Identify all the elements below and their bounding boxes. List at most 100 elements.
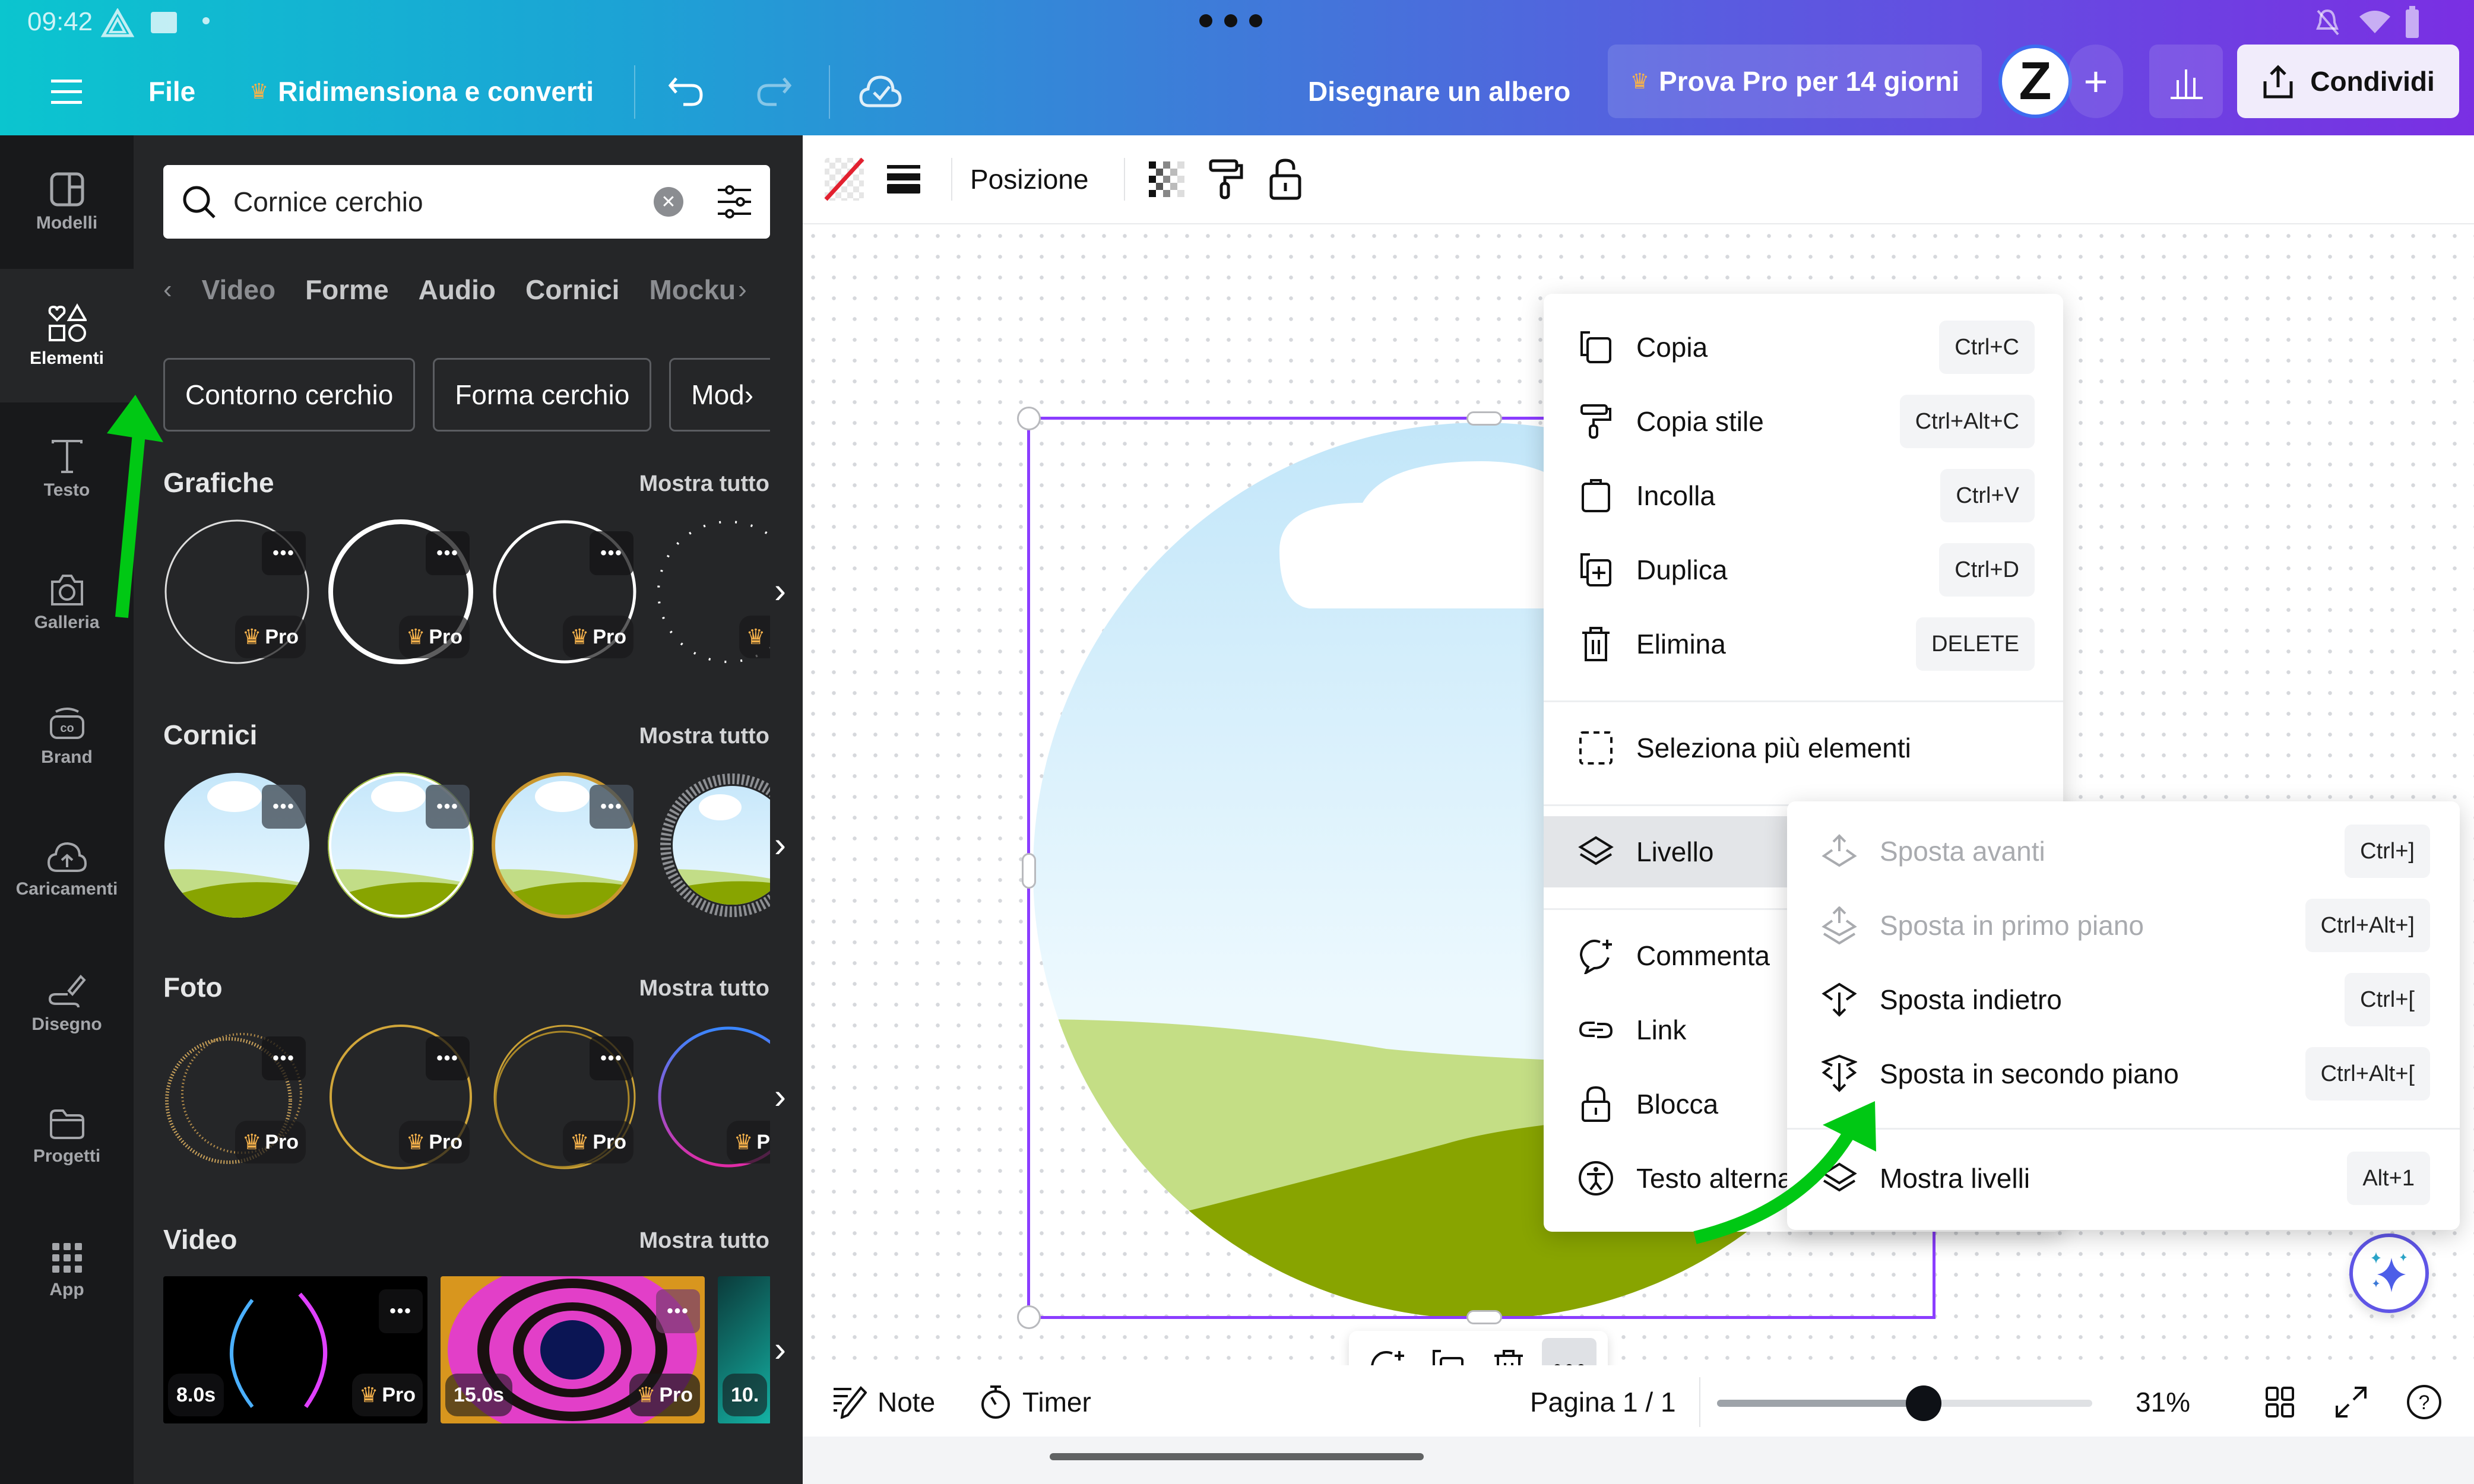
fullscreen-button[interactable] [2334,1365,2368,1439]
more-options-icon[interactable]: ••• [426,1036,470,1080]
color-button[interactable] [821,156,868,203]
graphic-thumb[interactable]: ••• ♛ Pro [163,518,311,665]
chevron-right-icon[interactable]: › [738,275,747,305]
graphic-thumb[interactable]: ♛Pr [655,518,770,665]
more-options-icon[interactable]: ••• [656,1289,700,1333]
insights-button[interactable] [2149,45,2223,118]
resize-handle-top[interactable] [1466,411,1502,426]
tab-forme[interactable]: Forme [305,274,389,306]
submenu-item-sposta-in-primo-piano[interactable]: Sposta in primo piano Ctrl+Alt+] [1787,890,2460,961]
help-button[interactable]: ? [2406,1365,2443,1439]
search-box[interactable]: ✕ [163,165,770,239]
sidebar-item-brand[interactable]: co Brand [0,670,134,803]
zoom-slider-thumb[interactable] [1905,1385,1941,1421]
tab-video[interactable]: Video [202,274,275,306]
submenu-item-sposta-avanti[interactable]: Sposta avanti Ctrl+] [1787,816,2460,887]
frame-thumb[interactable]: ••• [491,772,638,919]
resize-handle-left[interactable] [1022,853,1036,889]
position-button[interactable]: Posizione [970,163,1088,195]
photo-thumb[interactable]: ••• ♛ Pro [327,1023,474,1171]
row-next-icon[interactable]: › [774,570,786,611]
sidebar-item-caricamenti[interactable]: Caricamenti [0,803,134,937]
more-options-icon[interactable]: ••• [262,531,306,575]
sidebar-item-modelli[interactable]: Modelli [0,135,134,269]
undo-button[interactable] [668,47,706,135]
redo-button[interactable] [754,47,792,135]
menu-item-duplica[interactable]: Duplica Ctrl+D [1544,534,2063,605]
user-avatar[interactable]: Z [1998,45,2072,118]
tab-mockup[interactable]: Mocku [649,274,736,306]
more-options-icon[interactable]: ••• [590,785,633,829]
show-all-foto[interactable]: Mostra tutto [639,976,769,1001]
filter-sliders-icon[interactable] [717,184,752,220]
more-options-icon[interactable]: ••• [590,1036,633,1080]
sidebar-item-testo[interactable]: Testo [0,402,134,536]
try-pro-button[interactable]: ♛ Prova Pro per 14 giorni [1608,45,1982,118]
transparency-button[interactable] [1143,156,1190,203]
document-title[interactable]: Disegnare un albero [1308,47,1570,135]
chip-contorno-cerchio[interactable]: Contorno cerchio [163,358,416,432]
video-thumb[interactable]: ••• 15.0s ♛ Pro [441,1276,705,1423]
sidebar-item-app[interactable]: App [0,1204,134,1337]
share-button[interactable]: Condividi [2237,45,2459,118]
menu-item-incolla[interactable]: Incolla Ctrl+V [1544,460,2063,531]
menu-item-livello[interactable]: Livello [1544,816,1793,887]
search-input[interactable] [233,186,654,218]
row-next-icon[interactable]: › [774,824,786,865]
submenu-item-sposta-in-secondo-piano[interactable]: Sposta in secondo piano Ctrl+Alt+[ [1787,1038,2460,1109]
row-next-icon[interactable]: › [774,1076,786,1117]
row-next-icon[interactable]: › [774,1328,786,1369]
photo-thumb[interactable]: ♛Pro [655,1023,770,1171]
more-options-icon[interactable]: ••• [379,1289,423,1333]
graphic-thumb[interactable]: ••• ♛ Pro [491,518,638,665]
graphic-thumb[interactable]: ••• ♛ Pro [327,518,474,665]
more-options-icon[interactable]: ••• [262,1036,306,1080]
invite-button[interactable]: + [2068,45,2123,118]
more-options-icon[interactable]: ••• [426,785,470,829]
zoom-slider[interactable] [1717,1382,2092,1423]
photo-thumb[interactable]: ••• ♛ Pro [163,1023,311,1171]
photo-thumb[interactable]: ••• ♛ Pro [491,1023,638,1171]
chevron-left-icon[interactable]: ‹ [163,275,172,305]
sidebar-item-galleria[interactable]: Galleria [0,536,134,670]
sidebar-item-elementi[interactable]: Elementi [0,269,134,402]
show-all-grafiche[interactable]: Mostra tutto [639,471,769,497]
show-all-video[interactable]: Mostra tutto [639,1228,769,1254]
resize-handle-bottom-left[interactable] [1017,1305,1041,1329]
more-options-icon[interactable]: ••• [590,531,633,575]
more-options-icon[interactable]: ••• [262,785,306,829]
menu-item-copia[interactable]: Copia Ctrl+C [1544,312,2063,383]
submenu-item-sposta-indietro[interactable]: Sposta indietro Ctrl+[ [1787,964,2460,1035]
multitask-dots[interactable] [1199,14,1262,27]
submenu-item-mostra-livelli[interactable]: Mostra livelli Alt+1 [1787,1143,2460,1214]
menu-item-seleziona-piu[interactable]: Seleziona più elementi [1544,712,2063,784]
resize-handle-top-left[interactable] [1017,407,1041,430]
file-menu-button[interactable]: File [148,47,195,135]
copy-style-button[interactable] [1202,156,1250,203]
page-indicator[interactable]: Pagina 1 / 1 [1530,1365,1676,1439]
video-thumb[interactable]: 10. [718,1276,770,1423]
lock-button[interactable] [1262,156,1309,203]
menu-item-elimina[interactable]: Elimina DELETE [1544,608,2063,680]
resize-button[interactable]: ♛ Ridimensiona e converti [249,47,594,135]
border-style-button[interactable] [880,156,927,203]
chip-more[interactable]: Mod › [669,358,770,432]
tab-audio[interactable]: Audio [419,274,496,306]
magic-assistant-button[interactable] [2349,1234,2429,1313]
frame-thumb[interactable]: ••• [327,772,474,919]
home-indicator[interactable] [1050,1453,1424,1460]
cloud-saved-button[interactable] [859,47,902,135]
more-options-icon[interactable]: ••• [426,531,470,575]
sidebar-item-progetti[interactable]: Progetti [0,1070,134,1204]
frame-thumb[interactable] [655,772,770,919]
menu-item-copia-stile[interactable]: Copia stile Ctrl+Alt+C [1544,386,2063,457]
zoom-percent[interactable]: 31% [2136,1365,2190,1439]
frame-thumb[interactable]: ••• [163,772,311,919]
tab-cornici[interactable]: Cornici [525,274,619,306]
grid-view-button[interactable] [2264,1365,2295,1439]
clear-search-button[interactable]: ✕ [654,187,683,217]
show-all-cornici[interactable]: Mostra tutto [639,724,769,749]
main-menu-button[interactable] [51,47,82,135]
video-thumb[interactable]: ••• 8.0s ♛ Pro [163,1276,427,1423]
chip-forma-cerchio[interactable]: Forma cerchio [433,358,652,432]
